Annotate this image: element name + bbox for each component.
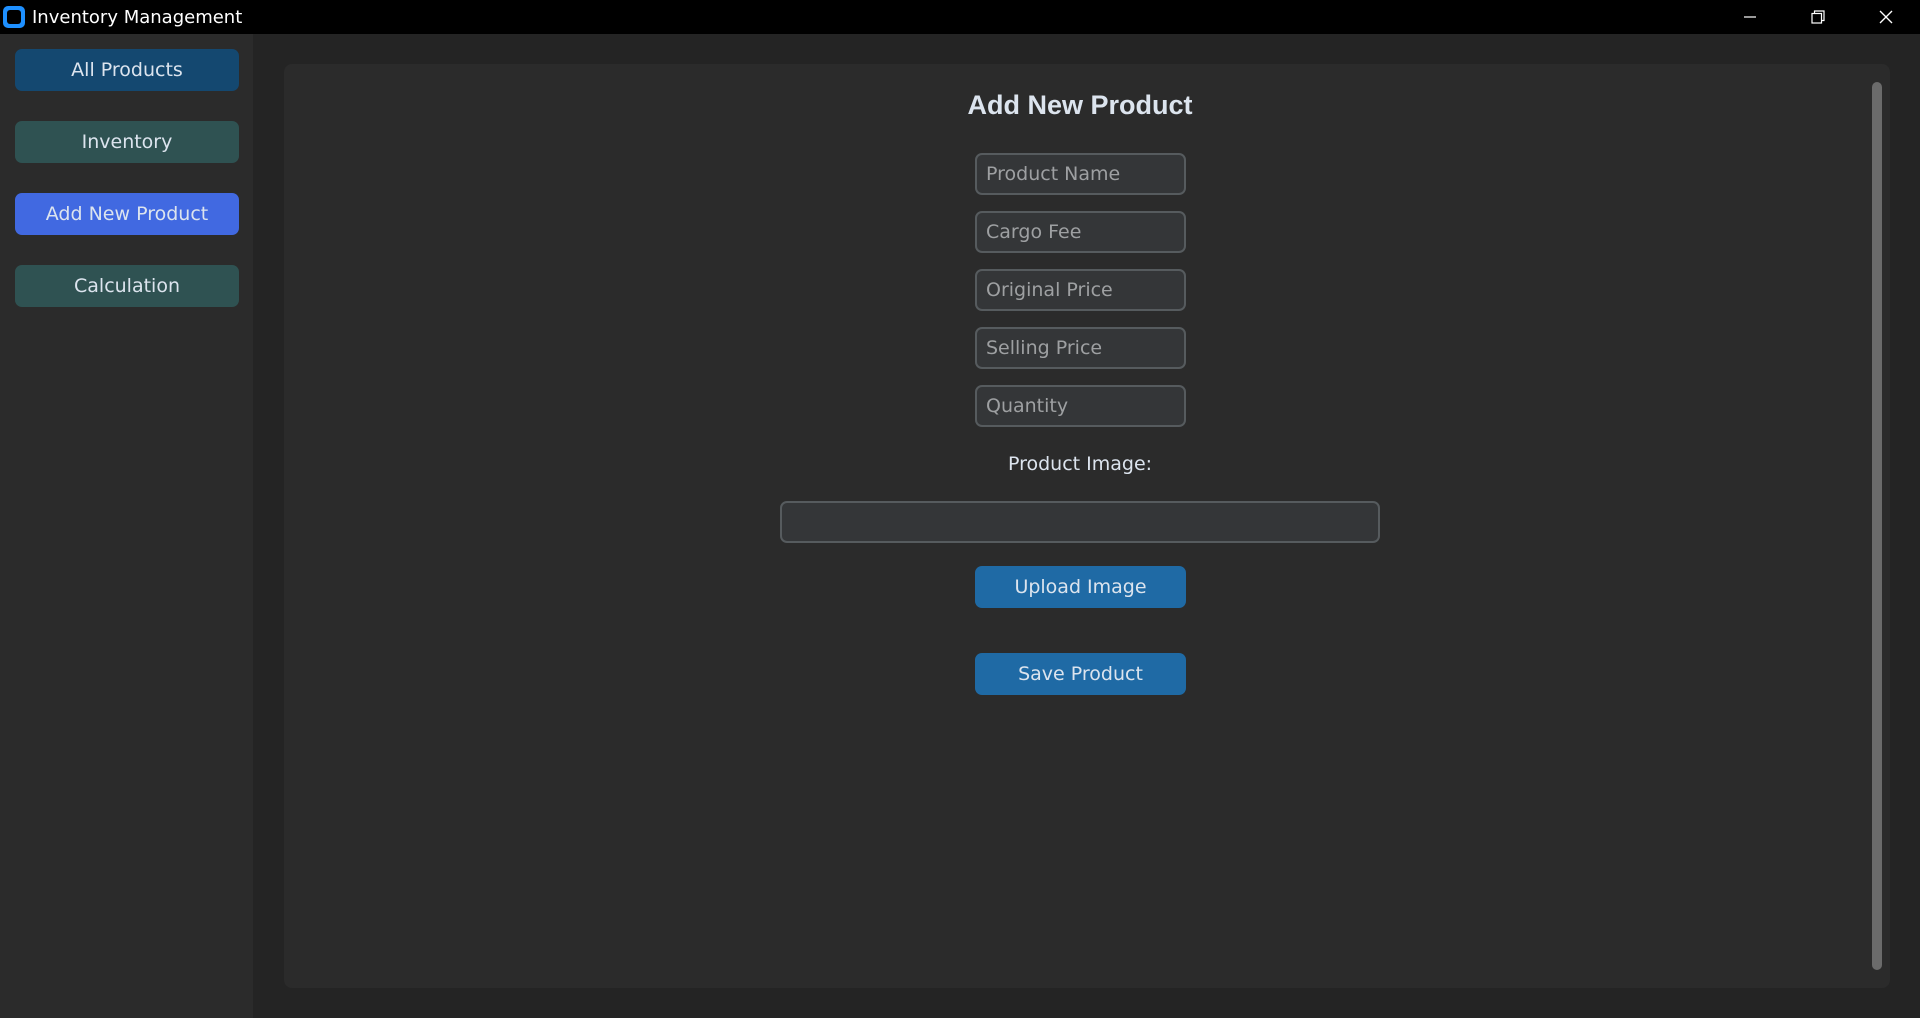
minimize-button[interactable] <box>1716 0 1784 34</box>
scrollbar[interactable] <box>1872 82 1884 970</box>
window-title: Inventory Management <box>32 6 243 28</box>
page-title: Add New Product <box>967 90 1193 120</box>
product-name-field[interactable] <box>975 153 1186 195</box>
original-price-field[interactable] <box>975 269 1186 311</box>
all-products-button[interactable]: All Products <box>15 49 239 91</box>
close-button[interactable] <box>1852 0 1920 34</box>
window-controls <box>1716 0 1920 34</box>
app-icon <box>3 6 25 28</box>
quantity-field[interactable] <box>975 385 1186 427</box>
sidebar: All Products Inventory Add New Product C… <box>0 34 253 1018</box>
upload-image-button[interactable]: Upload Image <box>975 566 1186 608</box>
add-new-product-button[interactable]: Add New Product <box>15 193 239 235</box>
title-bar: Inventory Management <box>0 0 1920 34</box>
image-path-field[interactable] <box>780 501 1380 543</box>
product-image-label: Product Image: <box>1007 453 1153 475</box>
restore-button[interactable] <box>1784 0 1852 34</box>
inventory-button[interactable]: Inventory <box>15 121 239 163</box>
selling-price-field[interactable] <box>975 327 1186 369</box>
close-icon <box>1879 10 1893 24</box>
restore-icon <box>1811 10 1825 24</box>
calculation-button[interactable]: Calculation <box>15 265 239 307</box>
cargo-fee-field[interactable] <box>975 211 1186 253</box>
scrollbar-thumb[interactable] <box>1872 82 1882 970</box>
minimize-icon <box>1744 16 1756 18</box>
add-product-panel: Add New Product Product Image: Upload Im… <box>284 64 1890 988</box>
save-product-button[interactable]: Save Product <box>975 653 1186 695</box>
